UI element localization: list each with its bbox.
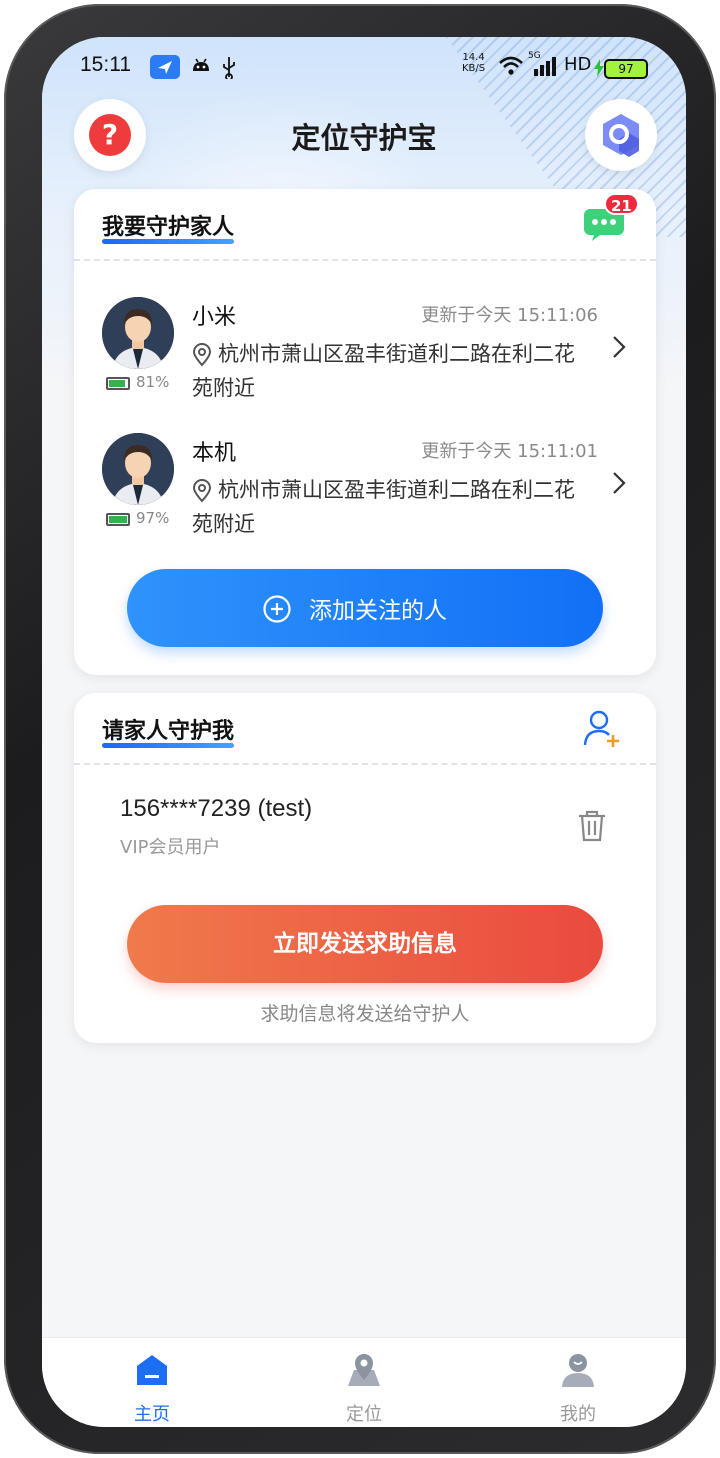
- map-pin-icon: [348, 1354, 380, 1386]
- battery-icon: [106, 513, 130, 526]
- add-person-label: 添加关注的人: [309, 598, 447, 624]
- guardian-number: 156****7239 (test): [120, 795, 313, 822]
- trash-icon[interactable]: [576, 809, 608, 843]
- device-frame: 15:11 14.4 KB/S 5G HD 97 ? 定位守护宝 我要守护家人 …: [4, 4, 716, 1454]
- user-icon: [562, 1354, 594, 1387]
- tab-bar: 主页 定位 我的: [42, 1337, 686, 1427]
- battery-indicator: 97: [604, 59, 648, 79]
- battery-percent: 97%: [136, 509, 170, 527]
- net-speed-unit: KB/S: [462, 63, 486, 74]
- add-person-button[interactable]: 添加关注的人: [127, 569, 603, 647]
- person-name: 本机: [192, 441, 237, 466]
- tab-home-label: 主页: [134, 1404, 170, 1425]
- hexagon-scan-icon: [603, 114, 639, 157]
- tab-me[interactable]: 我的: [518, 1346, 638, 1426]
- avatar: [102, 433, 174, 505]
- status-time: 15:11: [80, 53, 131, 76]
- wifi-icon: [498, 55, 524, 81]
- person-name: 小米: [192, 305, 237, 330]
- update-time: 更新于今天 15:11:06: [421, 305, 598, 326]
- guard-me-card: 请家人守护我 156****7239 (test) VIP会员用户 立即发送求助…: [74, 693, 656, 1043]
- battery-percent: 81%: [136, 373, 170, 391]
- person-address: 杭州市萧山区盈丰街道利二路在利二花苑附近: [192, 342, 575, 400]
- tab-location-label: 定位: [346, 1404, 382, 1425]
- tab-location[interactable]: 定位: [304, 1346, 424, 1426]
- charging-icon: [594, 59, 604, 81]
- home-icon: [137, 1355, 167, 1385]
- divider: [74, 259, 656, 261]
- person-item[interactable]: 81% 小米 更新于今天 15:11:06 杭州市萧山区盈丰街道利二路在利二花苑…: [74, 297, 656, 427]
- hd-indicator: HD: [564, 54, 592, 75]
- usb-icon: [220, 55, 238, 83]
- tab-home[interactable]: 主页: [92, 1346, 212, 1426]
- guard-me-title: 请家人守护我: [102, 713, 235, 748]
- scan-button[interactable]: [585, 99, 657, 171]
- net-speed-value: 14.4: [462, 52, 485, 63]
- net-speed: 14.4 KB/S: [462, 52, 485, 74]
- status-bar: 15:11 14.4 KB/S 5G HD 97: [42, 49, 686, 89]
- screen: 15:11 14.4 KB/S 5G HD 97 ? 定位守护宝 我要守护家人 …: [42, 37, 686, 1427]
- navigation-icon: [150, 55, 180, 79]
- avatar: [102, 297, 174, 369]
- add-user-icon[interactable]: [582, 707, 624, 749]
- android-icon: [190, 55, 212, 81]
- send-help-hint: 求助信息将发送给守护人: [260, 1003, 470, 1025]
- update-time: 更新于今天 15:11:01: [421, 441, 598, 462]
- plus-circle-icon: [263, 595, 291, 623]
- message-badge: 21: [604, 193, 639, 215]
- tab-me-label: 我的: [560, 1404, 596, 1425]
- person-item[interactable]: 97% 本机 更新于今天 15:11:01 杭州市萧山区盈丰街道利二路在利二花苑…: [74, 433, 656, 563]
- guard-family-card: 我要守护家人 21 81% 小米 更新于今天 15:11:06 杭州市萧山区盈丰…: [74, 189, 656, 675]
- divider: [74, 763, 656, 765]
- send-help-button[interactable]: 立即发送求助信息: [127, 905, 603, 983]
- person-address: 杭州市萧山区盈丰街道利二路在利二花苑附近: [192, 478, 575, 536]
- chevron-right-icon: [613, 336, 626, 358]
- battery-icon: [106, 377, 130, 390]
- guard-me-title-text: 请家人守护我: [102, 719, 235, 744]
- chevron-right-icon: [613, 472, 626, 494]
- guard-family-title-text: 我要守护家人: [102, 215, 235, 240]
- guardian-tag: VIP会员用户: [120, 837, 221, 858]
- signal-icon: [530, 55, 558, 81]
- guard-family-title: 我要守护家人: [102, 209, 235, 244]
